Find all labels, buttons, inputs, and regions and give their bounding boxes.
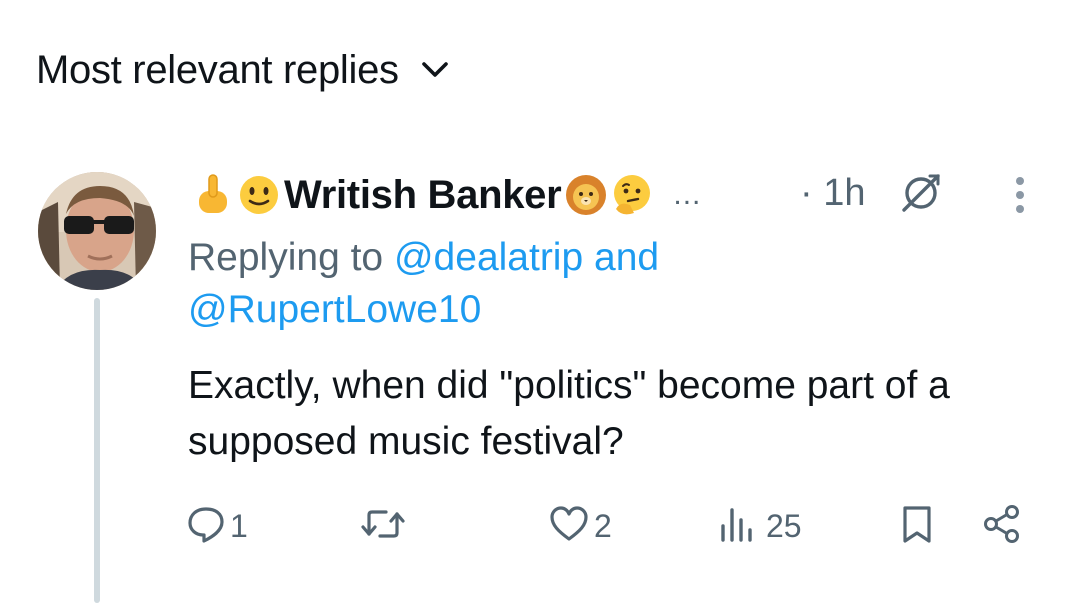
share-icon — [982, 504, 1022, 549]
views-button[interactable]: 25 — [718, 500, 802, 552]
like-button[interactable]: 2 — [548, 500, 612, 552]
timestamp[interactable]: · 1h — [800, 172, 865, 215]
sort-replies-dropdown[interactable]: Most relevant replies — [36, 44, 449, 96]
mention-link[interactable]: @dealatrip — [394, 236, 583, 279]
name-truncation: ... — [673, 178, 702, 211]
replying-and: and — [594, 236, 660, 279]
reply-button[interactable]: 1 — [186, 500, 248, 552]
avatar[interactable] — [38, 172, 156, 290]
reply-count: 1 — [230, 507, 248, 544]
repost-button[interactable] — [360, 500, 410, 552]
lion-emoji — [563, 172, 609, 218]
bookmark-icon — [900, 503, 934, 550]
like-count: 2 — [594, 507, 612, 544]
mention-link[interactable]: @RupertLowe10 — [188, 288, 481, 331]
views-icon — [718, 504, 762, 549]
reply-icon — [186, 504, 226, 549]
sort-label: Most relevant replies — [36, 47, 399, 92]
replying-to: Replying to @dealatrip and @RupertLowe10 — [188, 232, 1048, 336]
thread-connector-line — [94, 298, 100, 603]
share-button[interactable] — [982, 500, 1022, 552]
chevron-down-icon — [421, 56, 449, 84]
reply-text: Exactly, when did "politics" become part… — [188, 364, 950, 463]
replying-prefix: Replying to — [188, 236, 384, 279]
bookmark-button[interactable] — [900, 500, 934, 552]
view-count: 25 — [766, 507, 802, 544]
author-display-name: Writish Banker — [284, 172, 562, 217]
author-name-row[interactable]: Writish Banker ... — [190, 168, 701, 222]
action-bar: 1 2 25 — [186, 500, 1036, 552]
slightly-smiling-emoji — [236, 172, 282, 218]
middle-finger-emoji — [190, 172, 236, 218]
grok-icon[interactable] — [898, 170, 944, 216]
more-vertical-icon[interactable] — [1004, 174, 1036, 216]
repost-icon — [360, 504, 406, 549]
like-icon — [548, 504, 590, 549]
thinking-emoji — [609, 172, 655, 218]
